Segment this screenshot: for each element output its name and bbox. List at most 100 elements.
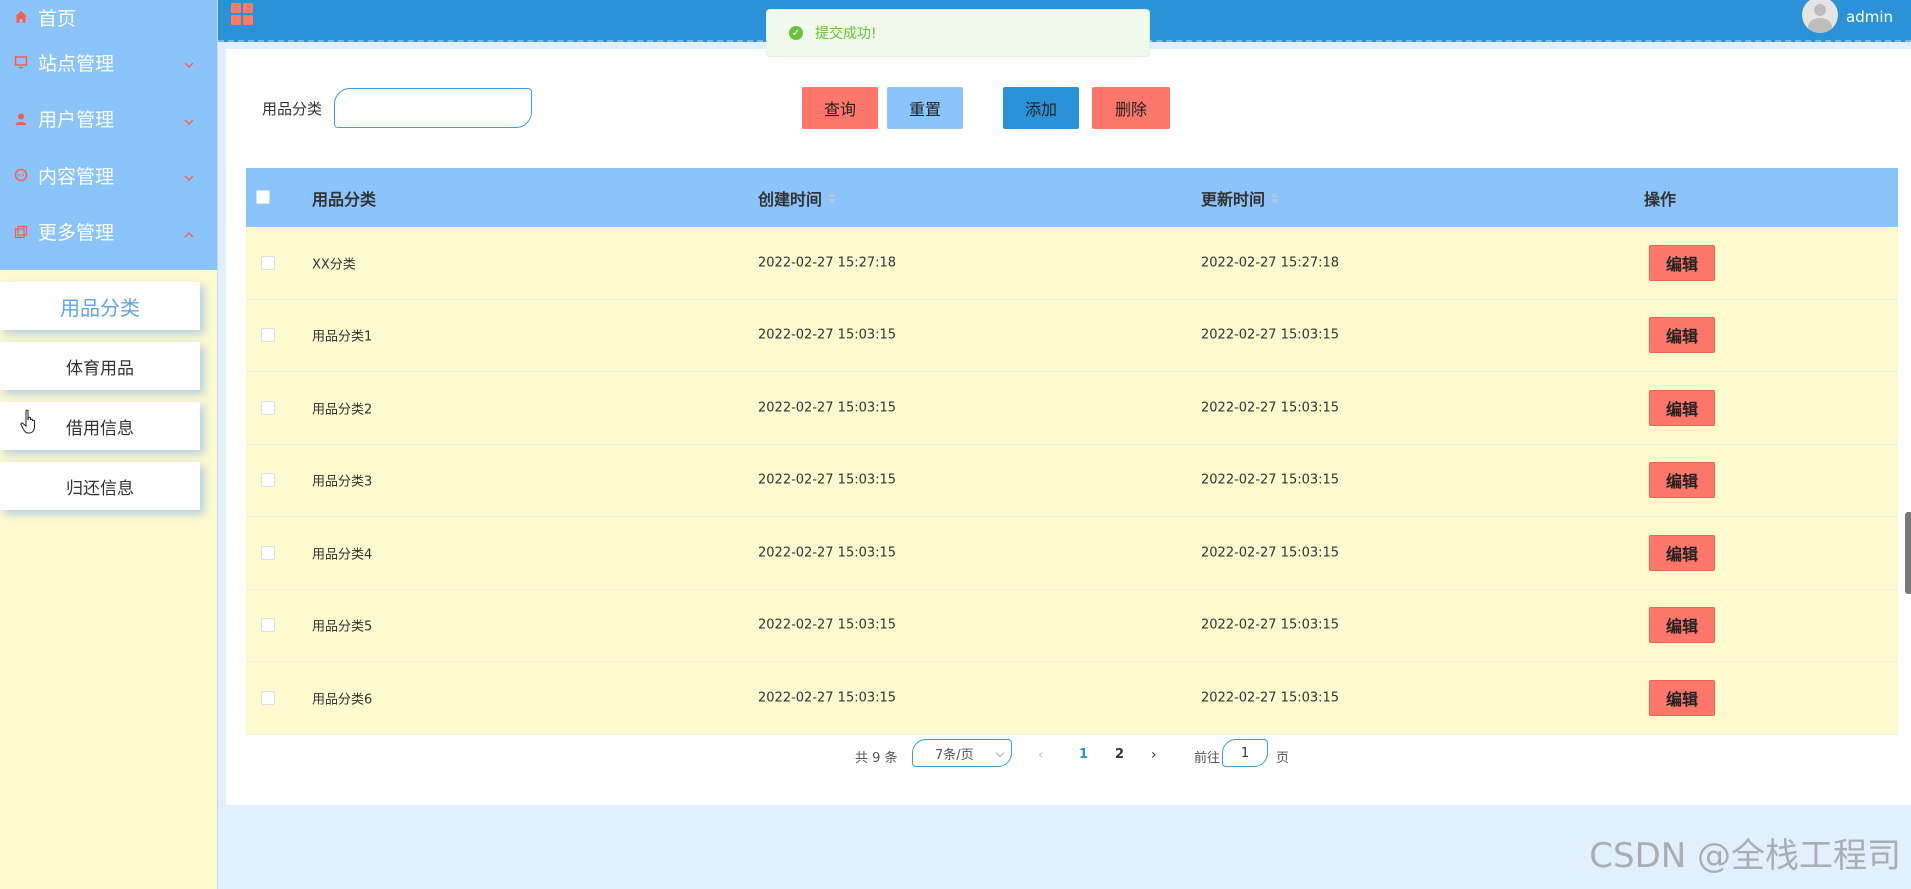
sidebar-item-label: 首页 [38, 7, 77, 30]
sidebar-item-site-management[interactable]: 站点管理 [0, 34, 217, 91]
sidebar-item-label: 更多管理 [38, 222, 115, 245]
sidebar: 首页 站点管理 用户管理 内容管理 更多管理 用品分类 体育用品 借用信息 归还… [0, 0, 218, 889]
username: admin [1846, 8, 1893, 26]
cell-created-time: 2022-02-27 15:03:15 [758, 545, 897, 561]
submenu: 用品分类 体育用品 借用信息 归还信息 [0, 270, 217, 510]
search-bar: 用品分类 [262, 87, 533, 129]
cell-category: 用品分类1 [312, 329, 373, 345]
cell-created-time: 2022-02-27 15:27:18 [758, 255, 897, 271]
scrollbar-handle[interactable] [1905, 512, 1911, 594]
edit-button[interactable]: 编辑 [1649, 607, 1715, 644]
cell-created-time: 2022-02-27 15:03:15 [758, 472, 897, 488]
cell-created-time: 2022-02-27 15:03:15 [758, 327, 897, 343]
add-button[interactable]: 添加 [1003, 87, 1079, 129]
row-checkbox[interactable] [261, 618, 275, 633]
cell-created-time: 2022-02-27 15:03:15 [758, 690, 897, 706]
chevron-down-icon [183, 169, 195, 182]
table-row: 用品分类6 2022-02-27 15:03:15 2022-02-27 15:… [246, 662, 1898, 735]
cell-category: 用品分类3 [312, 474, 373, 490]
prev-page-button[interactable]: ‹ [1038, 747, 1044, 763]
copy-icon [14, 225, 28, 239]
avatar[interactable] [1802, 0, 1838, 33]
cell-created-time: 2022-02-27 15:03:15 [758, 617, 897, 633]
reset-button[interactable]: 重置 [887, 87, 963, 129]
chevron-down-icon [995, 748, 1005, 758]
cell-updated-time: 2022-02-27 15:03:15 [1201, 617, 1340, 633]
column-header-category: 用品分类 [312, 189, 377, 209]
goto-label: 前往 [1194, 751, 1221, 766]
edit-button[interactable]: 编辑 [1649, 462, 1715, 499]
row-checkbox[interactable] [261, 400, 275, 415]
page-size-select[interactable]: 7条/页 [912, 739, 1012, 767]
total-count: 共 9 条 [855, 751, 898, 766]
cell-category: 用品分类6 [312, 692, 373, 708]
chat-icon [14, 168, 28, 182]
cell-updated-time: 2022-02-27 15:03:15 [1201, 327, 1340, 343]
toast-message: 提交成功! [815, 26, 877, 42]
category-table: 用品分类 创建时间 更新时间 操作 XX分类 2022-02-27 15:27:… [246, 168, 1898, 735]
submenu-item-category[interactable]: 用品分类 [0, 282, 200, 330]
user-menu[interactable]: admin [1802, 0, 1893, 34]
select-all-checkbox[interactable] [256, 190, 270, 204]
grid-menu-icon[interactable] [231, 3, 253, 25]
cell-updated-time: 2022-02-27 15:03:15 [1201, 690, 1340, 706]
cell-category: XX分类 [312, 257, 356, 273]
delete-button[interactable]: 删除 [1092, 87, 1170, 129]
edit-button[interactable]: 编辑 [1649, 389, 1715, 426]
monitor-icon [14, 55, 28, 69]
column-header-created-time[interactable]: 创建时间 [758, 186, 837, 210]
cell-updated-time: 2022-02-27 15:03:15 [1201, 472, 1340, 488]
sidebar-item-label: 内容管理 [38, 165, 115, 188]
edit-button[interactable]: 编辑 [1649, 244, 1715, 281]
row-checkbox[interactable] [261, 473, 275, 488]
page-number-2[interactable]: 2 [1115, 747, 1124, 762]
page-number-1[interactable]: 1 [1079, 747, 1088, 762]
cell-updated-time: 2022-02-27 15:27:18 [1201, 255, 1340, 271]
pagination: 共 9 条 7条/页 ‹ 1 2 › 前往 页 [226, 739, 1911, 769]
search-label: 用品分类 [262, 99, 323, 118]
table-header: 用品分类 创建时间 更新时间 操作 [246, 168, 1898, 227]
chevron-up-icon [183, 226, 195, 238]
sidebar-item-content-management[interactable]: 内容管理 [0, 147, 217, 204]
query-button[interactable]: 查询 [802, 87, 878, 129]
edit-button[interactable]: 编辑 [1649, 534, 1715, 571]
success-toast: ✓ 提交成功! [766, 9, 1150, 57]
column-header-updated-time[interactable]: 更新时间 [1201, 186, 1280, 210]
submenu-item-sports-goods[interactable]: 体育用品 [0, 342, 200, 390]
cell-category: 用品分类4 [312, 547, 373, 563]
table-row: 用品分类4 2022-02-27 15:03:15 2022-02-27 15:… [246, 517, 1898, 590]
chevron-down-icon [183, 56, 195, 69]
edit-button[interactable]: 编辑 [1649, 679, 1715, 716]
sidebar-item-home[interactable]: 首页 [0, 0, 217, 34]
page-suffix: 页 [1276, 751, 1290, 766]
watermark: CSDN @全栈工程司 [1589, 836, 1901, 876]
table-row: XX分类 2022-02-27 15:27:18 2022-02-27 15:2… [246, 227, 1898, 300]
submenu-item-return-info[interactable]: 归还信息 [0, 462, 200, 510]
sidebar-item-label: 用户管理 [38, 109, 115, 132]
cell-updated-time: 2022-02-27 15:03:15 [1201, 545, 1340, 561]
check-circle-icon: ✓ [789, 26, 803, 40]
row-checkbox[interactable] [261, 690, 275, 705]
next-page-button[interactable]: › [1151, 747, 1157, 763]
sidebar-item-user-management[interactable]: 用户管理 [0, 91, 217, 148]
table-row: 用品分类2 2022-02-27 15:03:15 2022-02-27 15:… [246, 372, 1898, 445]
sidebar-item-label: 站点管理 [38, 52, 115, 75]
sort-icon[interactable] [1271, 192, 1280, 203]
table-row: 用品分类3 2022-02-27 15:03:15 2022-02-27 15:… [246, 444, 1898, 517]
row-checkbox[interactable] [261, 545, 275, 560]
edit-button[interactable]: 编辑 [1649, 317, 1715, 354]
row-checkbox[interactable] [261, 255, 275, 270]
goto-page-input[interactable] [1222, 739, 1268, 767]
sidebar-menu: 首页 站点管理 用户管理 内容管理 更多管理 [0, 0, 217, 270]
cell-category: 用品分类2 [312, 402, 373, 418]
column-header-actions: 操作 [1644, 189, 1677, 209]
table-row: 用品分类5 2022-02-27 15:03:15 2022-02-27 15:… [246, 589, 1898, 662]
sidebar-item-more-management[interactable]: 更多管理 [0, 204, 217, 261]
row-checkbox[interactable] [261, 328, 275, 343]
category-search-input[interactable] [334, 88, 533, 128]
cell-category: 用品分类5 [312, 619, 373, 635]
sort-icon[interactable] [828, 192, 837, 203]
content-card: 用品分类 查询 重置 添加 删除 用品分类 创建时间 更新时间 操作 XX分类 … [226, 49, 1911, 805]
table-row: 用品分类1 2022-02-27 15:03:15 2022-02-27 15:… [246, 299, 1898, 372]
page-size-value: 7条/页 [935, 747, 974, 763]
